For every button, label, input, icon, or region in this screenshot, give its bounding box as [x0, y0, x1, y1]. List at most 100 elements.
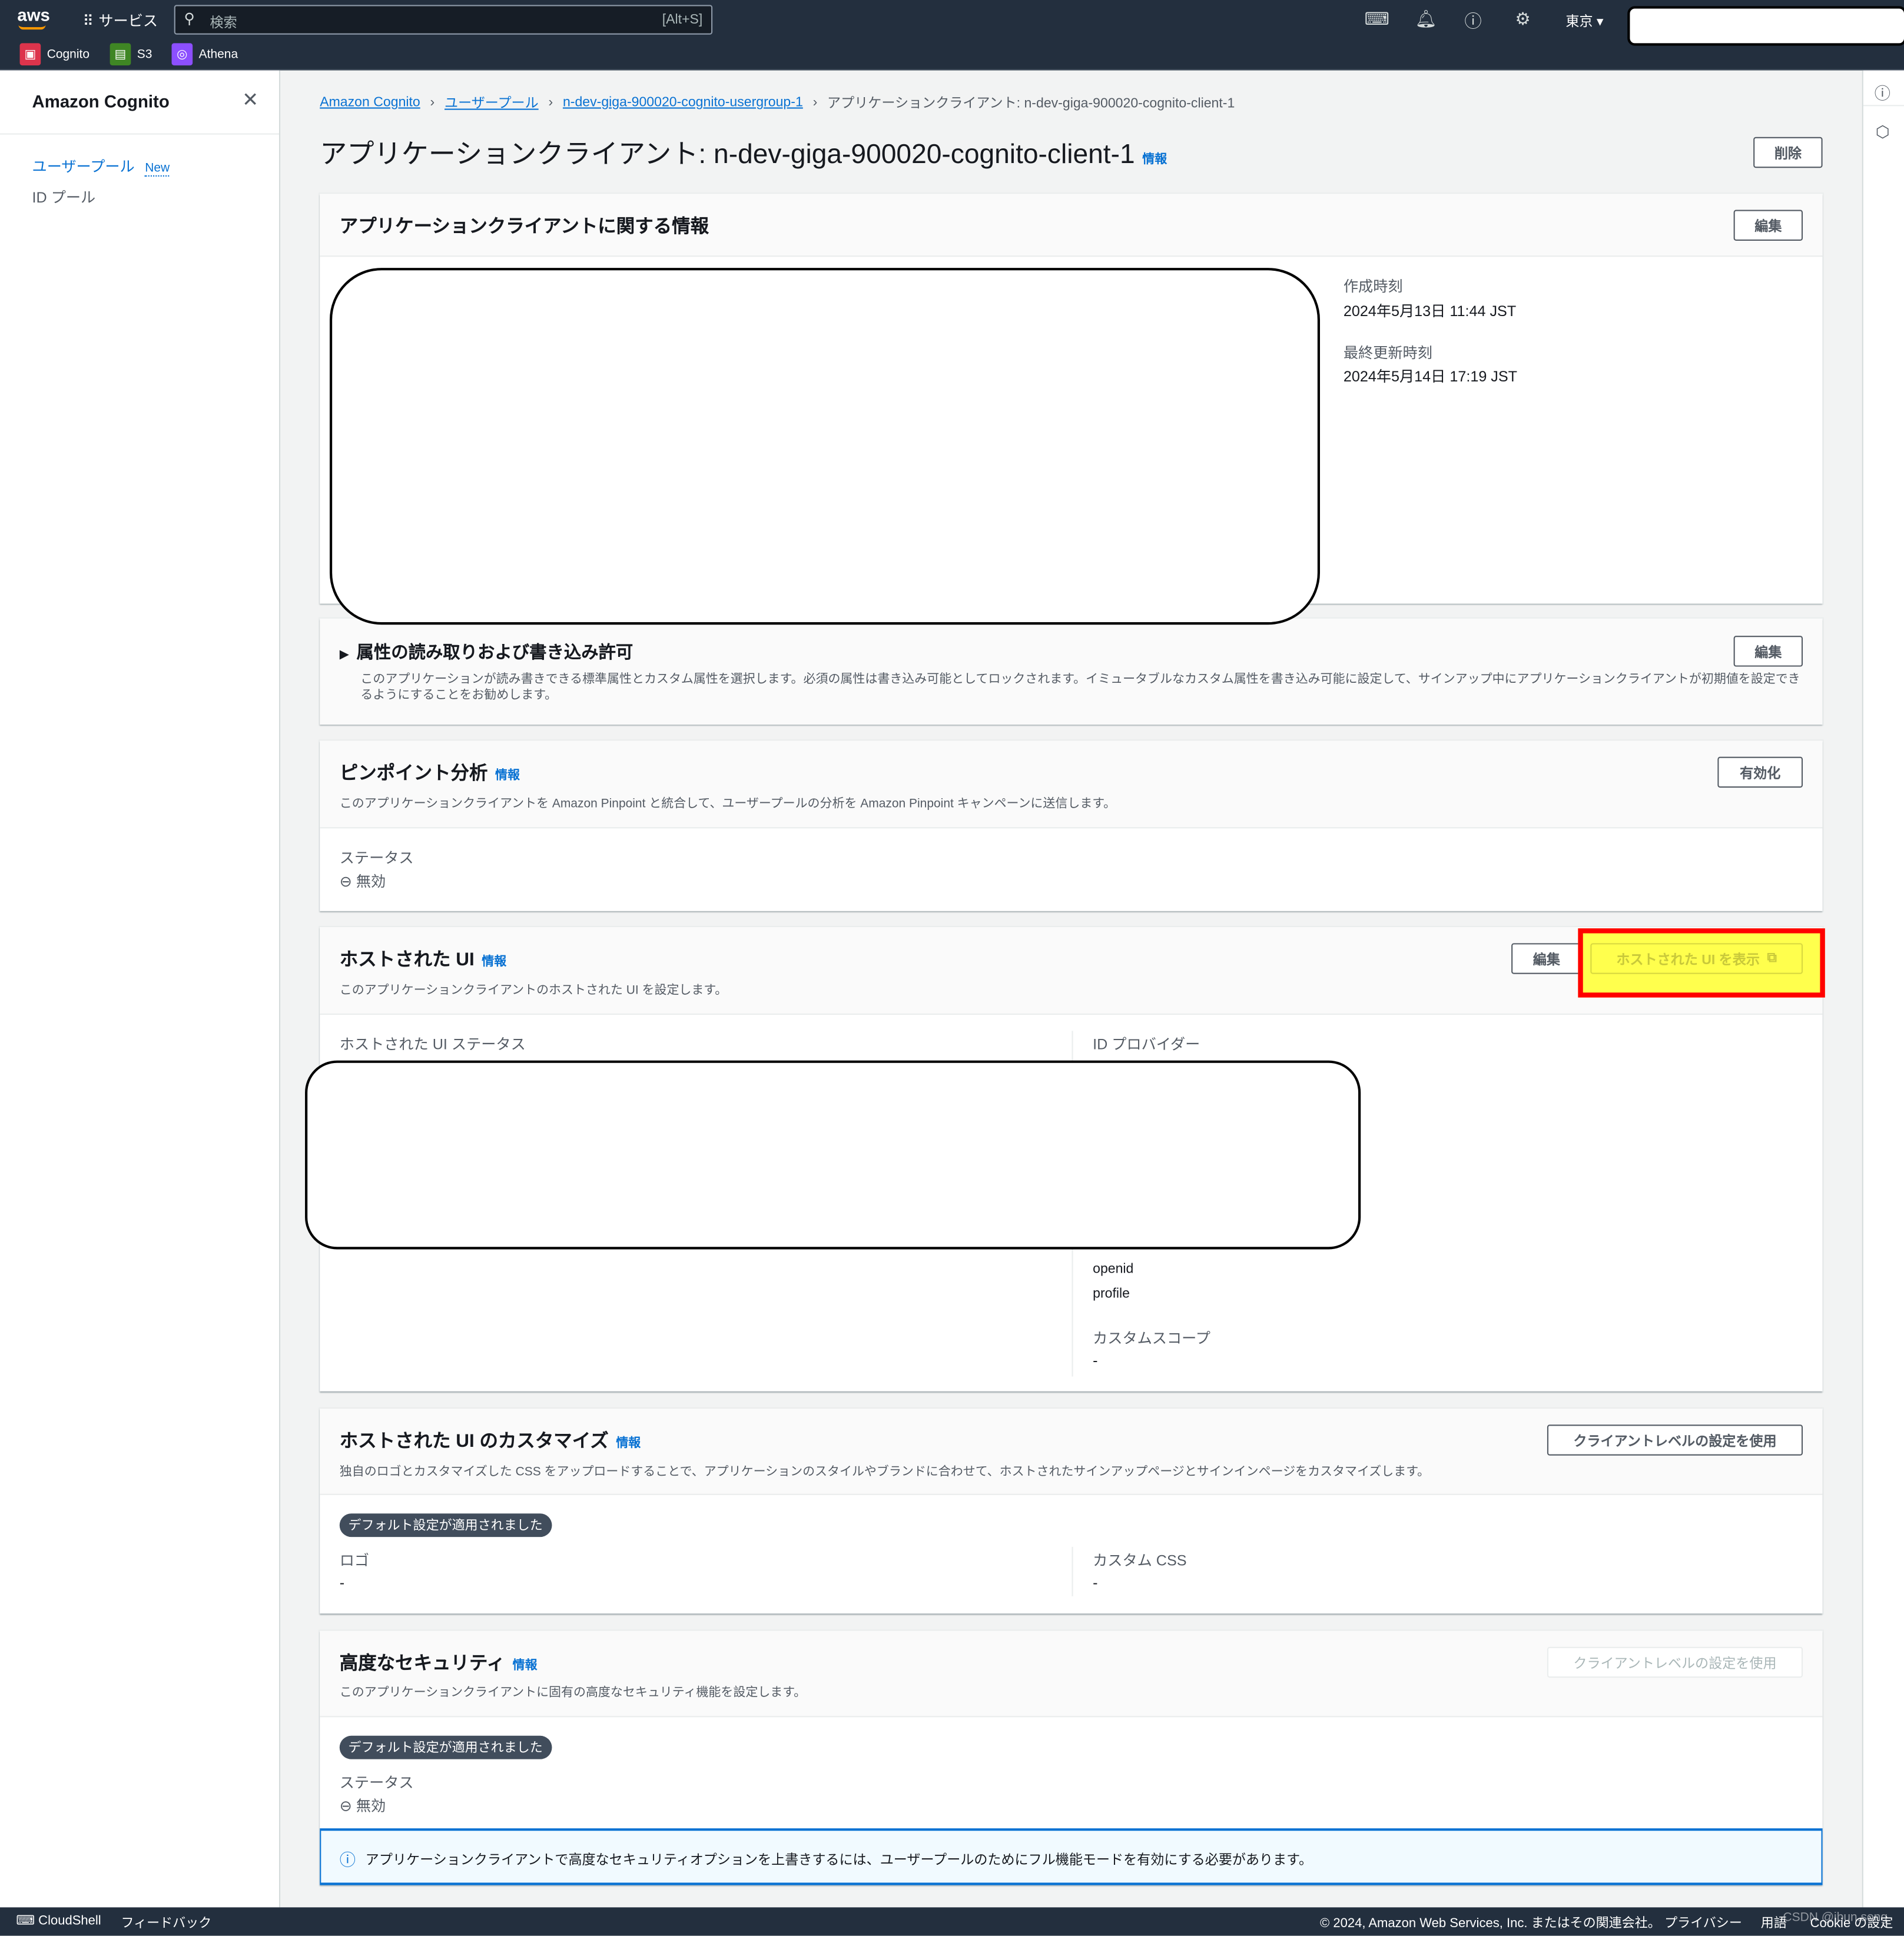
- info-link[interactable]: 情報: [1142, 153, 1167, 167]
- created-value: 2024年5月13日 11:44 JST: [1343, 302, 1517, 320]
- info-link[interactable]: 情報: [616, 1437, 641, 1450]
- info-link[interactable]: 情報: [513, 1659, 538, 1673]
- panel-header: 高度なセキュリティ 情報 クライアントレベルの設定を使用 このアプリケーションクラ…: [320, 1631, 1823, 1718]
- feedback-link[interactable]: フィードバック: [121, 1914, 212, 1932]
- search-input[interactable]: ⚲ 検索 [Alt+S]: [174, 5, 713, 35]
- default-applied-badge: デフォルト設定が適用されました: [339, 1513, 552, 1537]
- info-panel-icon[interactable]: ⓘ: [1875, 80, 1890, 104]
- use-client-settings-button-disabled[interactable]: クライアントレベルの設定を使用: [1547, 1646, 1803, 1678]
- updated-label: 最終更新時刻: [1343, 344, 1432, 362]
- breadcrumb: Amazon Cognito › ユーザープール › n-dev-giga-90…: [320, 92, 1235, 112]
- region-selector[interactable]: 東京 ▾: [1565, 11, 1603, 31]
- redacted-region: [329, 268, 1321, 625]
- view-hosted-ui-button[interactable]: ホストされた UI を表示 ⧉: [1590, 943, 1803, 974]
- info-link[interactable]: 情報: [495, 769, 520, 783]
- breadcrumb-cognito[interactable]: Amazon Cognito: [320, 95, 420, 109]
- idp-label: ID プロバイダー: [1093, 1035, 1200, 1053]
- custom-scope-value: -: [1093, 1351, 1098, 1369]
- panel-title: ホストされた UI: [339, 949, 475, 971]
- panel-title: ピンポイント分析: [339, 763, 488, 784]
- athena-icon: ◎: [171, 43, 193, 66]
- disabled-circle-icon: ⊖: [339, 872, 352, 891]
- panel-title: 属性の読み取りおよび書き込み許可: [356, 642, 633, 662]
- custom-scope-label: カスタムスコープ: [1093, 1329, 1210, 1347]
- created-label: 作成時刻: [1343, 277, 1403, 295]
- panel-description: このアプリケーションが読み書きできる標準属性とカスタム属性を選択します。必須の属…: [360, 673, 1800, 703]
- cognito-icon: ▣: [19, 43, 41, 66]
- panel-header: ホストされた UI のカスタマイズ 情報 クライアントレベルの設定を使用 独自のロ…: [320, 1409, 1823, 1495]
- page-title: アプリケーションクライアント: n-dev-giga-900020-cognit…: [320, 132, 1167, 171]
- custom-css-value: -: [1093, 1574, 1098, 1592]
- use-client-settings-button[interactable]: クライアントレベルの設定を使用: [1547, 1424, 1803, 1456]
- page: aws ⠿ サービス ⚲ 検索 [Alt+S] ⌨ 🔔︎ ⓘ ⚙ 東京 ▾ ▣ …: [0, 0, 1904, 1936]
- new-badge: New: [145, 161, 170, 177]
- panel-description: このアプリケーションクライアントに固有の高度なセキュリティ機能を設定します。: [339, 1686, 807, 1700]
- tutorial-icon[interactable]: ⬡: [1876, 122, 1890, 142]
- sidebar-item-identity-pools[interactable]: ID プール: [32, 187, 96, 208]
- cloudshell-button[interactable]: ⌨ CloudShell: [16, 1914, 101, 1928]
- external-link-icon: ⧉: [1767, 950, 1777, 966]
- divider: [0, 133, 279, 135]
- redacted-account-menu: [1627, 6, 1904, 46]
- page-title-text: アプリケーションクライアント: n-dev-giga-900020-cognit…: [320, 138, 1135, 170]
- logo-value: -: [339, 1574, 345, 1592]
- sidebar: Amazon Cognito ✕ ユーザープール New ID プール: [0, 70, 281, 1908]
- delete-button[interactable]: 削除: [1753, 137, 1823, 168]
- sidebar-item-user-pools[interactable]: ユーザープール New: [32, 155, 170, 177]
- favorite-cognito[interactable]: ▣ Cognito: [19, 43, 89, 66]
- watermark: CSDN @ibun.song: [1783, 1911, 1888, 1925]
- services-label: サービス: [98, 12, 158, 30]
- chevron-right-icon: ›: [430, 95, 435, 110]
- status-label: ステータス: [339, 849, 414, 867]
- caret-right-icon: ▶: [339, 648, 349, 662]
- alert-text: アプリケーションクライアントで高度なセキュリティオプションを上書きするには、ユー…: [365, 1853, 1313, 1868]
- panel-header: ピンポイント分析 情報 有効化 このアプリケーションクライアントを Amazon …: [320, 740, 1823, 829]
- updated-value: 2024年5月14日 17:19 JST: [1343, 367, 1518, 386]
- bell-icon[interactable]: 🔔︎: [1415, 9, 1437, 30]
- help-icon[interactable]: ⓘ: [1464, 9, 1481, 34]
- divider: [1863, 105, 1904, 107]
- right-rail: ⓘ ⬡: [1862, 70, 1904, 1908]
- services-menu[interactable]: ⠿ サービス: [83, 10, 158, 31]
- enable-button[interactable]: 有効化: [1717, 756, 1803, 788]
- favorite-s3[interactable]: ▤ S3: [110, 43, 152, 66]
- panel-header: アプリケーションクライアントに関する情報 編集: [320, 194, 1823, 257]
- cloudshell-icon[interactable]: ⌨: [1365, 9, 1389, 30]
- edit-button[interactable]: 編集: [1511, 943, 1582, 974]
- breadcrumb-user-pools[interactable]: ユーザープール: [445, 92, 539, 112]
- privacy-link[interactable]: プライバシー: [1664, 1914, 1742, 1932]
- panel-description: このアプリケーションクライアントを Amazon Pinpoint と統合して、…: [339, 797, 1116, 811]
- aws-logo[interactable]: aws: [17, 5, 50, 25]
- sidebar-title: Amazon Cognito: [32, 91, 170, 111]
- status-text: 無効: [356, 872, 386, 891]
- favorite-label: Athena: [198, 47, 238, 61]
- highlight-box: ホストされた UI を表示 ⧉: [1578, 928, 1825, 998]
- scope-item: profile: [1093, 1286, 1130, 1301]
- edit-button[interactable]: 編集: [1733, 636, 1803, 667]
- region-label: 東京: [1565, 15, 1593, 30]
- breadcrumb-user-pool[interactable]: n-dev-giga-900020-cognito-usergroup-1: [563, 95, 803, 109]
- customize-panel: ホストされた UI のカスタマイズ 情報 クライアントレベルの設定を使用 独自のロ…: [320, 1409, 1823, 1614]
- panel-title: 高度なセキュリティ: [339, 1653, 506, 1674]
- status-label: ステータス: [339, 1774, 414, 1792]
- favorite-athena[interactable]: ◎ Athena: [171, 43, 238, 66]
- chevron-right-icon: ›: [812, 95, 818, 110]
- cloudshell-label: CloudShell: [38, 1913, 101, 1928]
- info-link[interactable]: 情報: [482, 955, 506, 969]
- status-value: ⊖ 無効: [340, 1795, 386, 1816]
- advanced-security-panel: 高度なセキュリティ 情報 クライアントレベルの設定を使用 このアプリケーションクラ…: [320, 1631, 1823, 1885]
- top-navigation: aws ⠿ サービス ⚲ 検索 [Alt+S] ⌨ 🔔︎ ⓘ ⚙ 東京 ▾ ▣ …: [0, 0, 1904, 71]
- edit-button[interactable]: 編集: [1733, 210, 1803, 241]
- column-divider: [1072, 1546, 1073, 1596]
- logo-label: ロゴ: [339, 1552, 370, 1569]
- info-alert: ⓘ アプリケーションクライアントで高度なセキュリティオプションを上書きするには、…: [320, 1828, 1823, 1885]
- grid-icon: ⠿: [82, 11, 94, 29]
- attributes-expander[interactable]: ▶ 属性の読み取りおよび書き込み許可: [340, 639, 633, 664]
- scope-item: openid: [1093, 1261, 1134, 1277]
- panel-description: 独自のロゴとカスタマイズした CSS をアップロードすることで、アプリケーション…: [339, 1465, 1430, 1479]
- close-icon[interactable]: ✕: [242, 88, 258, 112]
- search-placeholder: 検索: [210, 16, 237, 31]
- panel-title: アプリケーションクライアントに関する情報: [339, 216, 709, 237]
- gear-icon[interactable]: ⚙: [1515, 9, 1530, 30]
- sidebar-item-label: ID プール: [32, 188, 96, 207]
